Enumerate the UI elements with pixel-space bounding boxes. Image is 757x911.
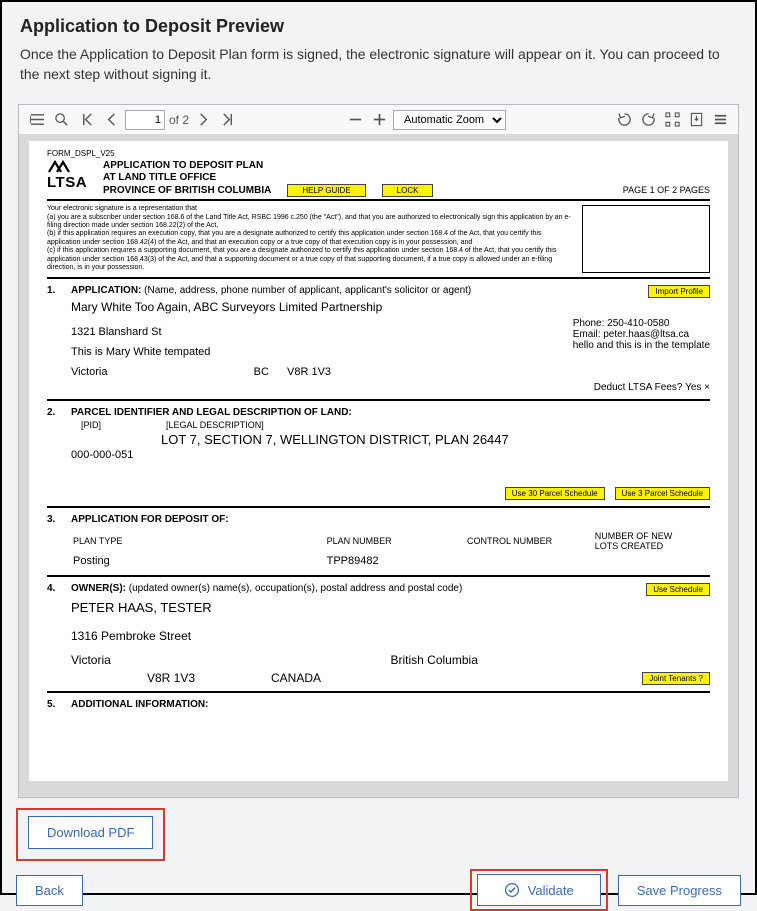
legal-description: LOT 7, SECTION 7, WELLINGTON DISTRICT, P… xyxy=(161,432,710,447)
download-highlight: Download PDF xyxy=(16,808,165,861)
applicant-email: Email: peter.haas@ltsa.ca xyxy=(573,329,710,340)
pdf-scroll-area[interactable]: FORM_DSPL_V25 LTSA APPLICATION TO DEPOSI… xyxy=(19,135,738,797)
zoom-select[interactable]: Automatic Zoom xyxy=(393,110,506,130)
applicant-city: Victoria xyxy=(71,366,107,378)
ltsa-logo: LTSA xyxy=(47,160,95,191)
download-pdf-button[interactable]: Download PDF xyxy=(28,816,153,849)
page-title: Application to Deposit Preview xyxy=(20,16,737,37)
section-1-label: APPLICATION: xyxy=(71,285,141,296)
section-4-hint: (updated owner(s) name(s), occupation(s)… xyxy=(129,583,463,594)
owner-name: PETER HAAS, TESTER xyxy=(71,600,710,615)
plan-number: TPP89482 xyxy=(327,553,465,567)
page-number-input[interactable] xyxy=(125,110,165,130)
last-page-icon[interactable] xyxy=(217,110,237,130)
page-subtitle: Once the Application to Deposit Plan for… xyxy=(20,45,737,84)
section-1-hint: (Name, address, phone number of applican… xyxy=(144,285,471,296)
section-1-num: 1. xyxy=(47,285,63,296)
form-title: APPLICATION TO DEPOSIT PLAN AT LAND TITL… xyxy=(103,160,623,197)
form-id: FORM_DSPL_V25 xyxy=(47,149,710,158)
owner-prov: British Columbia xyxy=(391,653,711,667)
applicant-addr2: This is Mary White tempated xyxy=(71,346,573,358)
applicant-addr1: 1321 Blanshard St xyxy=(71,326,573,338)
first-page-icon[interactable] xyxy=(77,110,97,130)
applicant-note: hello and this is in the template xyxy=(573,340,710,351)
page-indicator: PAGE 1 OF 2 PAGES xyxy=(623,185,710,197)
lock-button[interactable]: LOCK xyxy=(382,184,434,197)
owner-address: 1316 Pembroke Street xyxy=(71,629,710,643)
save-progress-button[interactable]: Save Progress xyxy=(618,875,741,906)
toggle-sidebar-icon[interactable] xyxy=(27,110,47,130)
next-page-icon[interactable] xyxy=(193,110,213,130)
applicant-postal: V8R 1V3 xyxy=(287,366,331,378)
section-4-num: 4. xyxy=(47,583,63,594)
zoom-out-icon[interactable] xyxy=(345,110,365,130)
applicant-name: Mary White Too Again, ABC Surveyors Limi… xyxy=(71,300,710,314)
section-5-num: 5. xyxy=(47,699,63,710)
signature-box xyxy=(582,205,710,273)
check-circle-icon xyxy=(504,882,520,898)
zoom-in-icon[interactable] xyxy=(369,110,389,130)
search-icon[interactable] xyxy=(51,110,71,130)
section-2-label: PARCEL IDENTIFIER AND LEGAL DESCRIPTION … xyxy=(71,407,352,418)
tools-menu-icon[interactable] xyxy=(710,110,730,130)
rotate-cw-icon[interactable] xyxy=(614,110,634,130)
validate-highlight: Validate xyxy=(470,869,608,911)
deposit-table: PLAN TYPE PLAN NUMBER CONTROL NUMBER NUM… xyxy=(71,529,710,569)
download-icon[interactable] xyxy=(686,110,706,130)
section-4-label: OWNER(S): xyxy=(71,583,126,594)
pdf-page: FORM_DSPL_V25 LTSA APPLICATION TO DEPOSI… xyxy=(29,141,728,781)
applicant-phone: Phone: 250-410-0580 xyxy=(573,318,710,329)
signature-disclaimer: Your electronic signature is a represent… xyxy=(47,205,572,273)
owner-country: CANADA xyxy=(271,671,642,685)
back-button[interactable]: Back xyxy=(16,875,83,906)
legal-header: [LEGAL DESCRIPTION] xyxy=(166,420,264,430)
applicant-prov: BC xyxy=(254,366,269,378)
use-3-parcel-button[interactable]: Use 3 Parcel Schedule xyxy=(615,487,710,500)
plan-type: Posting xyxy=(73,553,325,567)
owner-postal: V8R 1V3 xyxy=(71,671,271,685)
rotate-ccw-icon[interactable] xyxy=(638,110,658,130)
section-3-label: APPLICATION FOR DEPOSIT OF: xyxy=(71,514,229,525)
deduct-fees: Deduct LTSA Fees? Yes × xyxy=(71,382,710,393)
page-total-label: of 2 xyxy=(169,113,189,127)
pdf-toolbar: of 2 Automatic Zoom xyxy=(19,105,738,135)
validate-button[interactable]: Validate xyxy=(477,874,601,906)
presentation-icon[interactable] xyxy=(662,110,682,130)
section-3-num: 3. xyxy=(47,514,63,525)
import-profile-button[interactable]: Import Profile xyxy=(648,285,710,298)
use-30-parcel-button[interactable]: Use 30 Parcel Schedule xyxy=(505,487,605,500)
owner-city: Victoria xyxy=(71,653,391,667)
joint-tenants-button[interactable]: Joint Tenants ? xyxy=(642,672,710,685)
section-2-num: 2. xyxy=(47,407,63,418)
pdf-viewer: of 2 Automatic Zoom FORM_DSPL_V25 xyxy=(18,104,739,798)
help-guide-button[interactable]: HELP GUIDE xyxy=(287,184,365,197)
pid-header: [PID] xyxy=(71,420,111,430)
use-schedule-button[interactable]: Use Schedule xyxy=(646,583,710,596)
section-5-label: ADDITIONAL INFORMATION: xyxy=(71,699,208,710)
prev-page-icon[interactable] xyxy=(101,110,121,130)
pid-value: 000-000-051 xyxy=(71,449,710,461)
